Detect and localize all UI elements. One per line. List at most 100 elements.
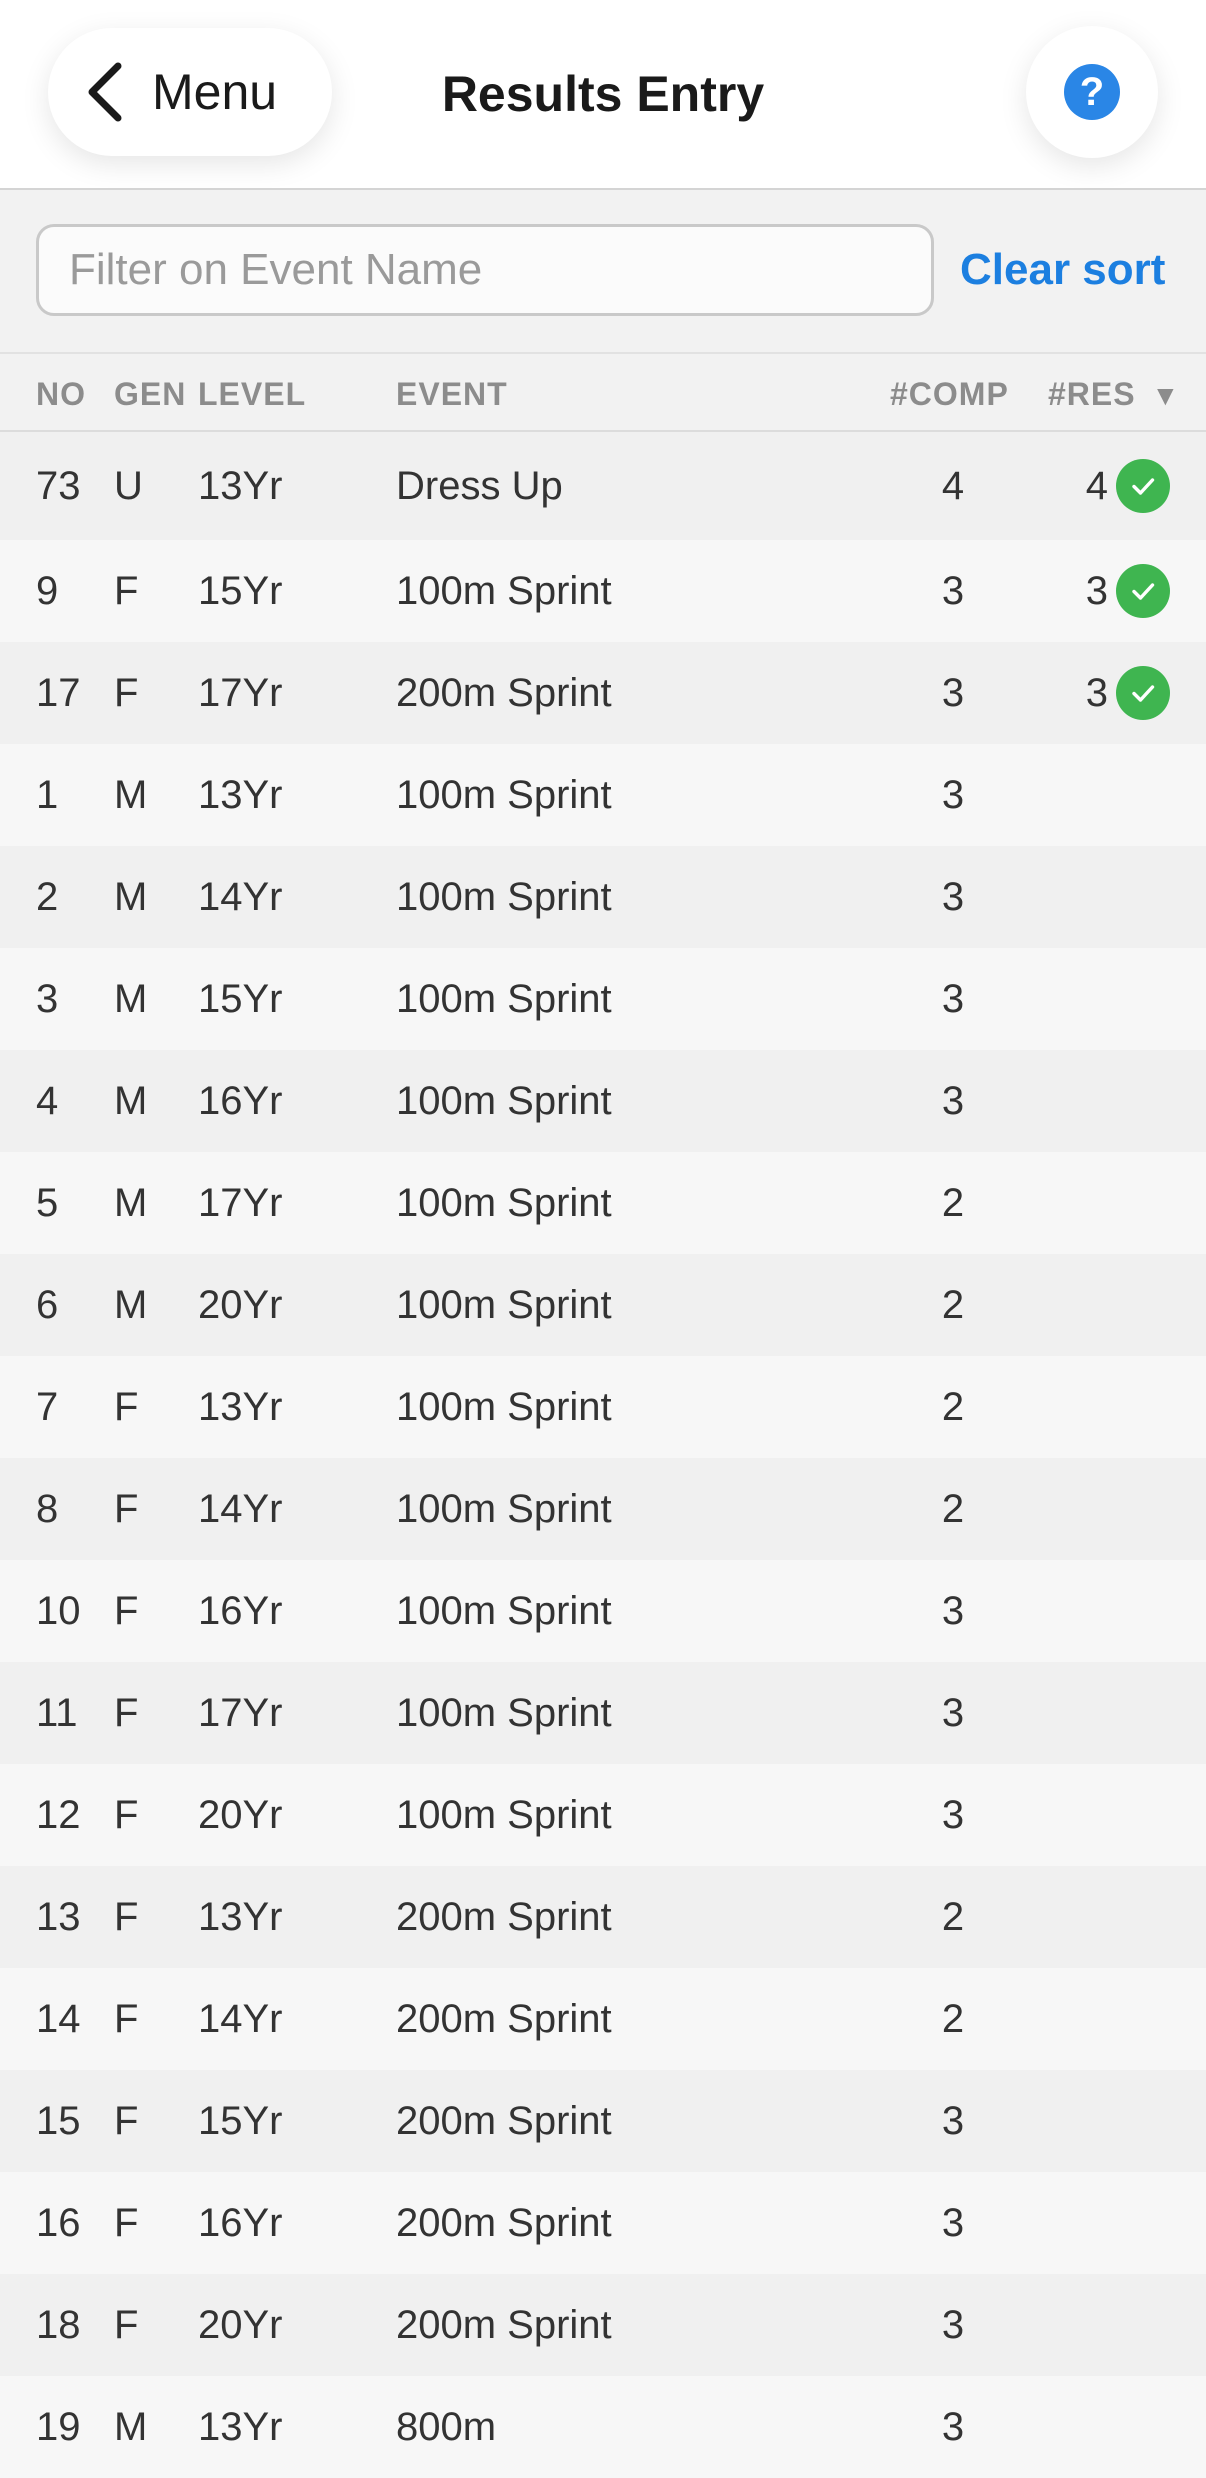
event-name-filter-input[interactable] [36,224,934,316]
cell-competitors: 2 [941,1486,965,1531]
table-row[interactable]: 17 F 17Yr 200m Sprint 3 3 [0,642,1206,744]
cell-competitors: 3 [941,1078,965,1123]
table-row[interactable]: 10 F 16Yr 100m Sprint 3 [0,1560,1206,1662]
cell-results [1060,2274,1108,2376]
cell-gender: M [114,1282,148,1327]
cell-level: 15Yr [198,976,283,1021]
table-row[interactable]: 13 F 13Yr 200m Sprint 2 [0,1866,1206,1968]
cell-event: Dress Up [396,463,563,508]
filter-bar: Clear sort [0,190,1206,354]
table-row[interactable]: 19 M 13Yr 800m 3 [0,2376,1206,2478]
cell-level: 20Yr [198,1282,283,1327]
table-row[interactable]: 2 M 14Yr 100m Sprint 3 [0,846,1206,948]
cell-no: 17 [36,670,81,715]
checkmark-complete-icon [1116,459,1170,513]
cell-results [1060,744,1108,846]
cell-no: 12 [36,1792,81,1837]
cell-event: 100m Sprint [396,1384,612,1429]
cell-level: 15Yr [198,568,283,613]
cell-results: 3 [1085,670,1108,715]
checkmark-complete-icon [1116,564,1170,618]
cell-results [1060,1662,1108,1764]
column-header-level[interactable]: LEVEL [198,376,306,412]
table-row[interactable]: 1 M 13Yr 100m Sprint 3 [0,744,1206,846]
cell-results [1060,1458,1108,1560]
cell-gender: M [114,1078,148,1123]
table-row[interactable]: 9 F 15Yr 100m Sprint 3 3 [0,540,1206,642]
cell-no: 18 [36,2302,81,2347]
column-header-res[interactable]: #RES ▼ [1048,376,1180,414]
table-row[interactable]: 4 M 16Yr 100m Sprint 3 [0,1050,1206,1152]
back-to-menu-button[interactable]: Menu [48,28,332,156]
cell-gender: F [114,2302,139,2347]
clear-sort-button[interactable]: Clear sort [960,240,1180,300]
cell-no: 19 [36,2404,81,2449]
cell-competitors: 3 [941,1690,965,1735]
cell-no: 7 [36,1384,59,1429]
cell-no: 11 [36,1690,78,1735]
cell-competitors: 3 [941,2404,965,2449]
top-nav-bar: Menu Results Entry ? [0,0,1206,190]
table-row[interactable]: 8 F 14Yr 100m Sprint 2 [0,1458,1206,1560]
cell-results [1060,1254,1108,1356]
cell-no: 15 [36,2098,81,2143]
column-header-gen[interactable]: GEN [114,376,186,412]
cell-results [1060,1968,1108,2070]
help-button[interactable]: ? [1026,26,1158,158]
cell-level: 16Yr [198,1078,283,1123]
cell-results [1060,1560,1108,1662]
cell-competitors: 2 [941,1180,965,1225]
cell-no: 9 [36,568,59,613]
cell-level: 13Yr [198,772,283,817]
cell-results: 3 [1085,568,1108,613]
table-row[interactable]: 14 F 14Yr 200m Sprint 2 [0,1968,1206,2070]
cell-competitors: 3 [941,874,965,919]
column-header-event[interactable]: EVENT [396,376,508,412]
cell-gender: F [114,1894,139,1939]
cell-level: 20Yr [198,2302,283,2347]
table-row[interactable]: 6 M 20Yr 100m Sprint 2 [0,1254,1206,1356]
table-row[interactable]: 15 F 15Yr 200m Sprint 3 [0,2070,1206,2172]
cell-gender: M [114,874,148,919]
results-table: 73 U 13Yr Dress Up 4 4 9 F 15Yr 100m Sprint 3 3 17 F 1… [0,432,1206,2478]
cell-gender: F [114,1996,139,2041]
table-row[interactable]: 7 F 13Yr 100m Sprint 2 [0,1356,1206,1458]
cell-gender: F [114,568,139,613]
cell-event: 100m Sprint [396,976,612,1021]
cell-event: 800m [396,2404,497,2449]
table-row[interactable]: 73 U 13Yr Dress Up 4 4 [0,432,1206,540]
cell-no: 3 [36,976,59,1021]
table-row[interactable]: 3 M 15Yr 100m Sprint 3 [0,948,1206,1050]
table-row[interactable]: 18 F 20Yr 200m Sprint 3 [0,2274,1206,2376]
cell-no: 13 [36,1894,81,1939]
cell-no: 1 [36,772,59,817]
cell-event: 100m Sprint [396,1282,612,1327]
help-icon: ? [1064,64,1120,120]
table-row[interactable]: 16 F 16Yr 200m Sprint 3 [0,2172,1206,2274]
cell-competitors: 2 [941,1996,965,2041]
cell-event: 100m Sprint [396,568,612,613]
cell-competitors: 3 [941,2302,965,2347]
table-row[interactable]: 12 F 20Yr 100m Sprint 3 [0,1764,1206,1866]
cell-level: 13Yr [198,1894,283,1939]
cell-gender: M [114,772,148,817]
cell-gender: F [114,1792,139,1837]
cell-event: 200m Sprint [396,2098,612,2143]
column-header-no[interactable]: NO [36,376,86,412]
cell-competitors: 3 [941,568,965,613]
cell-results [1060,846,1108,948]
cell-event: 100m Sprint [396,1792,612,1837]
cell-no: 8 [36,1486,59,1531]
table-row[interactable]: 11 F 17Yr 100m Sprint 3 [0,1662,1206,1764]
cell-level: 16Yr [198,2200,283,2245]
table-row[interactable]: 5 M 17Yr 100m Sprint 2 [0,1152,1206,1254]
cell-gender: F [114,2098,139,2143]
cell-results: 4 [1085,463,1108,508]
cell-event: 200m Sprint [396,2200,612,2245]
column-header-comp[interactable]: #COMP [890,376,1009,412]
cell-event: 100m Sprint [396,1690,612,1735]
cell-level: 17Yr [198,1180,283,1225]
cell-gender: F [114,1690,139,1735]
cell-level: 14Yr [198,874,283,919]
cell-event: 200m Sprint [396,2302,612,2347]
